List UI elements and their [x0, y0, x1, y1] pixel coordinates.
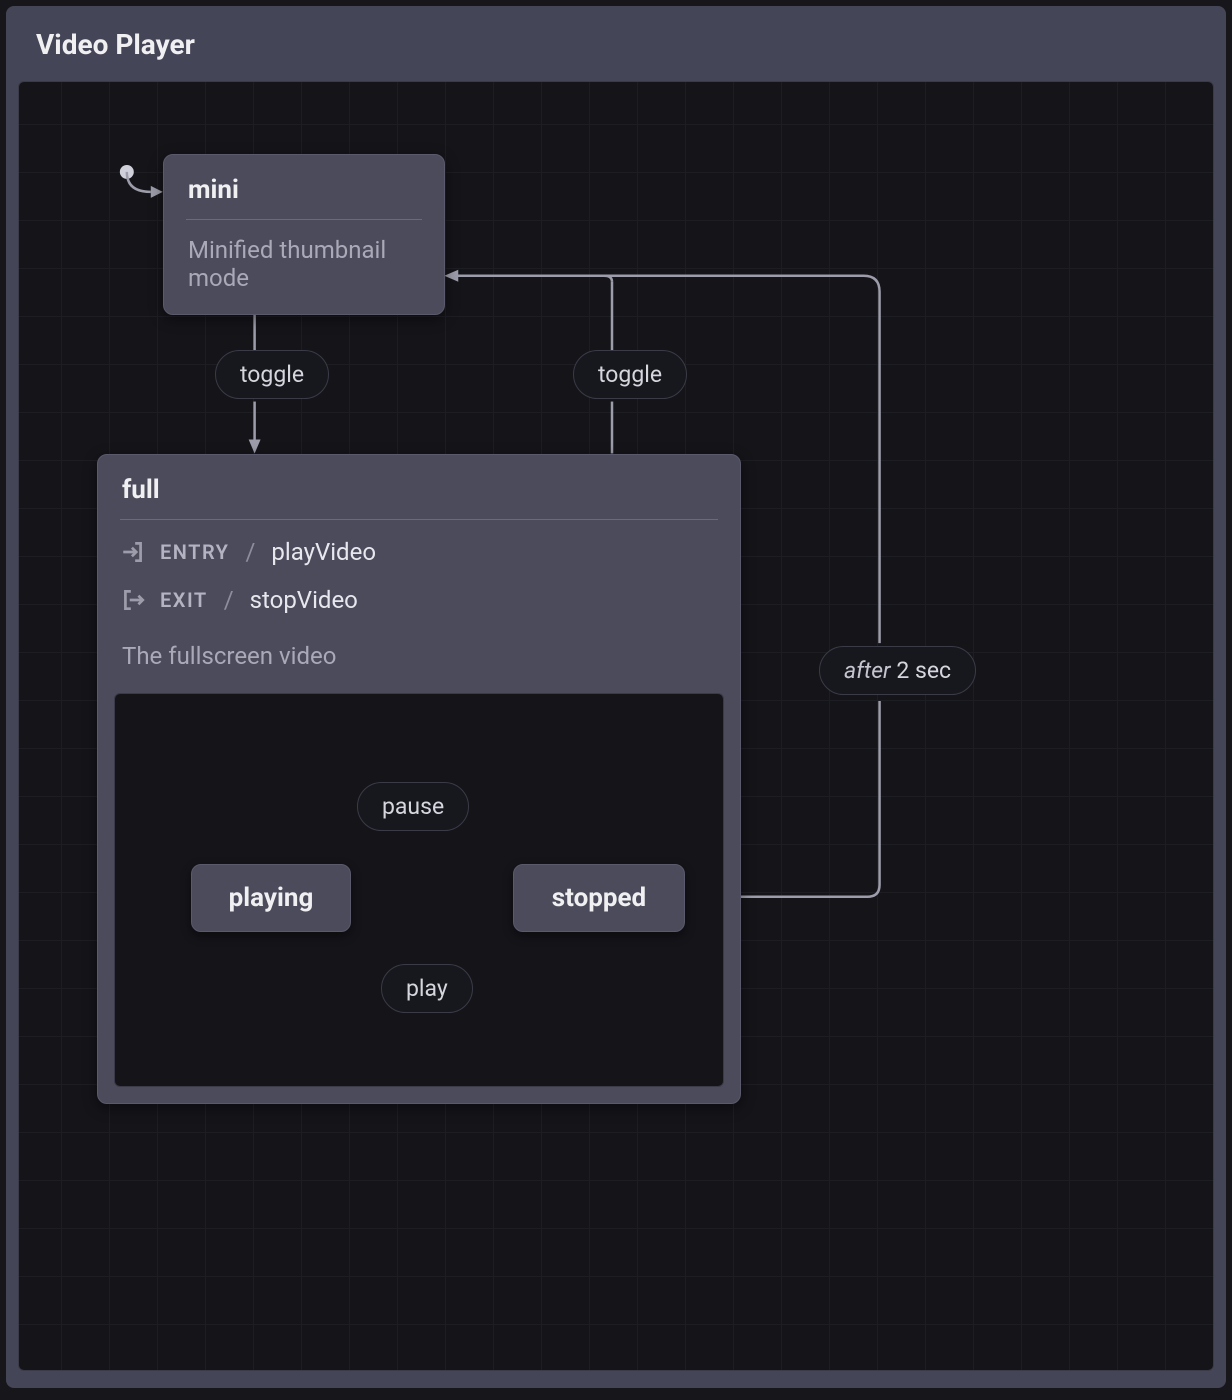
state-mini-description: Minified thumbnail mode: [164, 220, 444, 314]
transition-label-text: toggle: [598, 361, 662, 388]
state-full-description: The fullscreen video: [98, 624, 740, 692]
frame-header: Video Player: [6, 6, 1226, 81]
state-mini[interactable]: mini Minified thumbnail mode: [163, 154, 445, 315]
exit-icon: [120, 587, 146, 613]
after-duration: 2 sec: [896, 657, 951, 684]
exit-action-row: EXIT / stopVideo: [120, 576, 718, 624]
transition-label-text: toggle: [240, 361, 304, 388]
transition-label-pause[interactable]: pause: [357, 782, 469, 831]
entry-action-row: ENTRY / playVideo: [120, 528, 718, 576]
transition-label-after[interactable]: after 2 sec: [819, 646, 976, 695]
exit-key: EXIT: [160, 588, 208, 612]
state-full-actions: ENTRY / playVideo EXIT / stopVideo: [98, 520, 740, 624]
transition-label-text: pause: [382, 793, 444, 820]
state-stopped[interactable]: stopped: [513, 864, 685, 932]
transition-label-play[interactable]: play: [381, 964, 473, 1013]
transition-label-toggle-right[interactable]: toggle: [573, 350, 687, 399]
state-mini-title: mini: [164, 155, 444, 219]
state-stopped-title: stopped: [552, 883, 646, 913]
state-full-title: full: [98, 455, 740, 519]
diagram-canvas[interactable]: mini Minified thumbnail mode toggle togg…: [18, 81, 1214, 1371]
slash: /: [243, 538, 257, 566]
after-keyword: after: [844, 657, 891, 684]
frame-title: Video Player: [36, 28, 1196, 61]
state-playing[interactable]: playing: [191, 864, 351, 932]
slash: /: [222, 586, 236, 614]
entry-icon: [120, 539, 146, 565]
entry-action-name: playVideo: [271, 538, 376, 566]
exit-action-name: stopVideo: [250, 586, 358, 614]
transition-label-toggle-left[interactable]: toggle: [215, 350, 329, 399]
state-playing-title: playing: [229, 883, 314, 913]
entry-key: ENTRY: [160, 540, 229, 564]
statechart-frame: Video Player: [6, 6, 1226, 1388]
transition-label-text: play: [406, 975, 448, 1002]
initial-marker-icon: [120, 165, 163, 198]
